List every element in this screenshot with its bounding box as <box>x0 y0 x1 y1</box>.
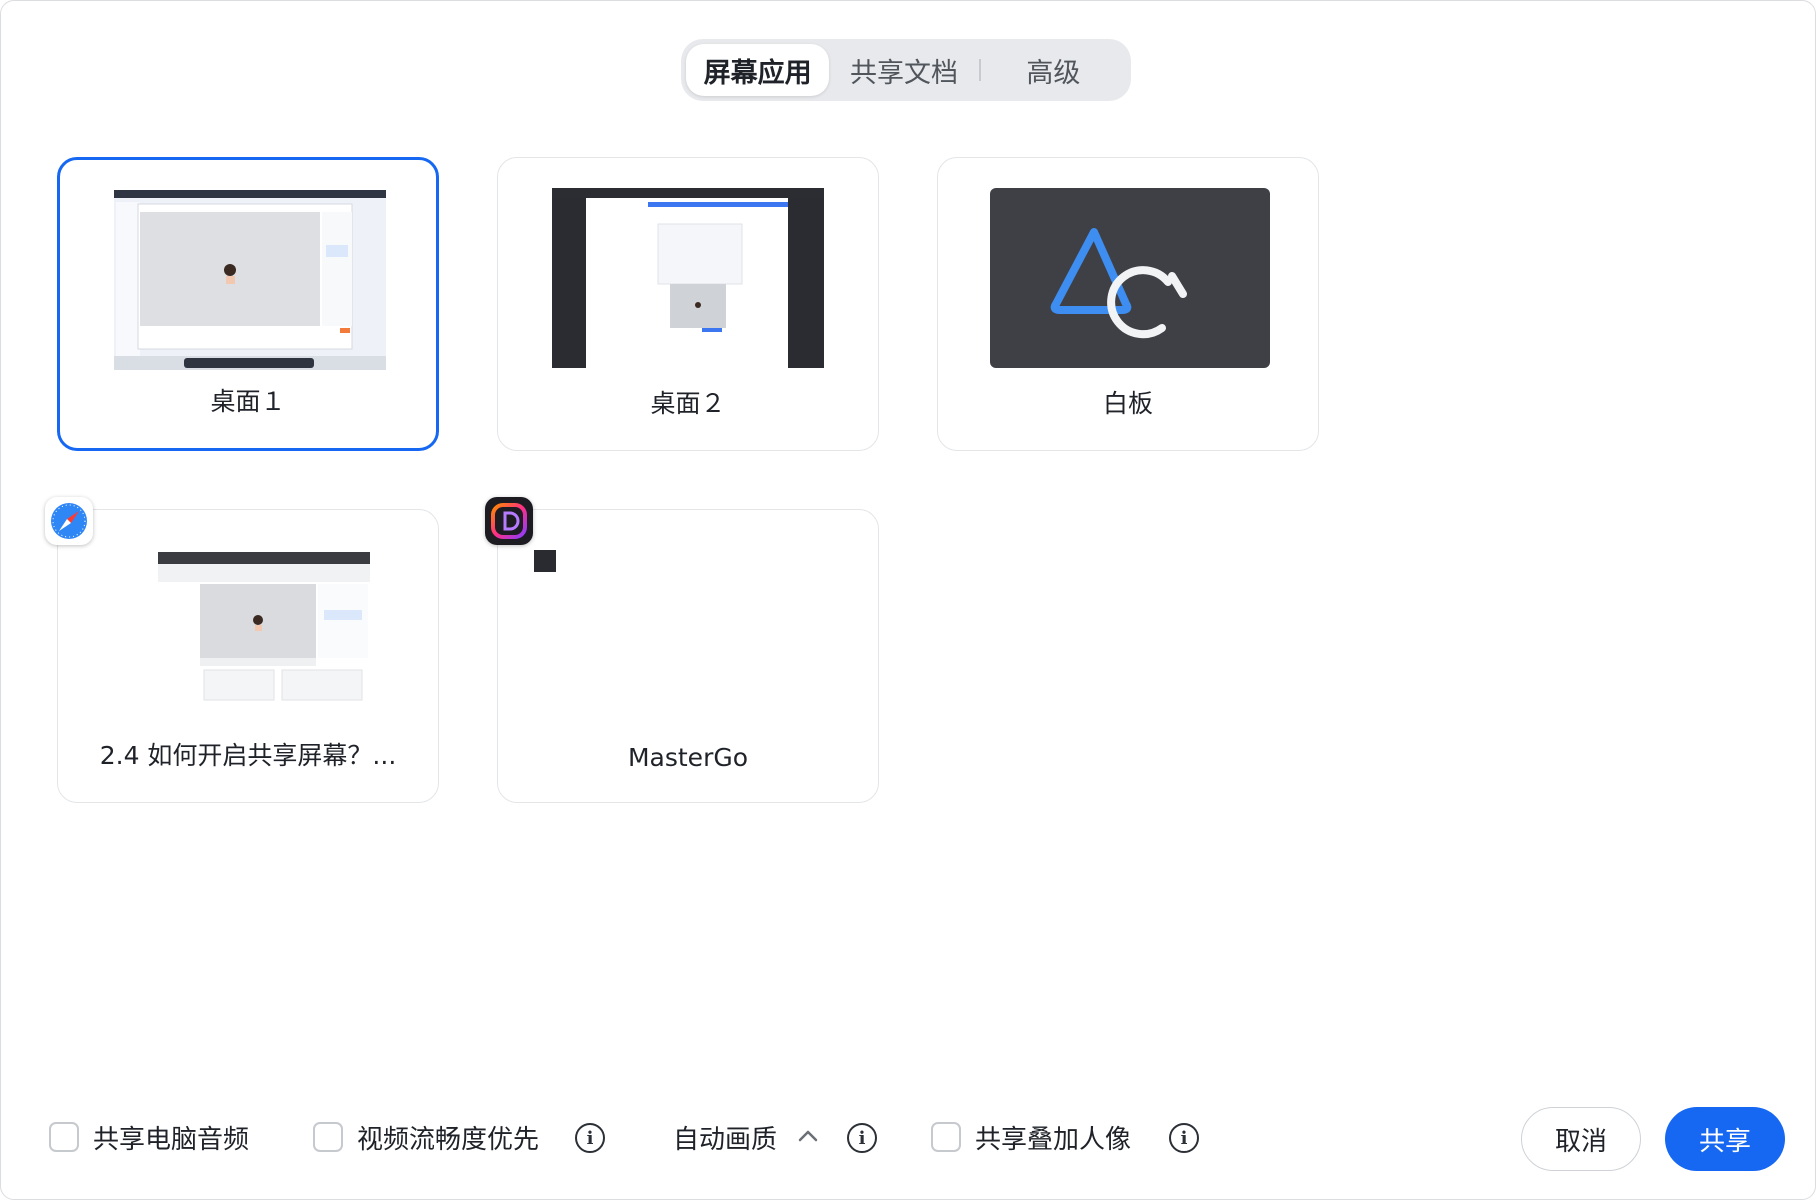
quality-info-icon[interactable]: i <box>847 1123 877 1153</box>
share-audio-checkbox[interactable] <box>49 1122 79 1152</box>
source-card-safari-window[interactable]: 2.4 如何开启共享屏幕？... <box>57 509 439 803</box>
source-card-whiteboard[interactable]: 白板 <box>937 157 1319 451</box>
mastergo-window-label: MasterGo <box>627 743 749 772</box>
source-type-tabs: 屏幕应用 共享文档 高级 <box>681 39 1131 101</box>
safari-window-label: 2.4 如何开启共享屏幕？... <box>99 741 397 770</box>
mastergo-icon <box>485 497 533 545</box>
whiteboard-label: 白板 <box>1102 389 1153 418</box>
quality-label: 自动画质 <box>673 1124 778 1155</box>
tab-screen-apps[interactable]: 屏幕应用 <box>686 44 830 96</box>
share-portrait-option[interactable]: 共享叠加人像 <box>931 1113 1131 1161</box>
whiteboard-logo-icon <box>1050 228 1187 339</box>
video-fluency-checkbox[interactable] <box>313 1122 343 1152</box>
source-card-mastergo-window[interactable]: MasterGo <box>497 509 879 803</box>
desktop-1-thumbnail <box>114 190 386 370</box>
tab-shared-docs[interactable]: 共享文档 <box>829 44 978 96</box>
whiteboard-thumbnail <box>990 188 1270 368</box>
video-fluency-info-icon[interactable]: i <box>575 1123 605 1153</box>
share-portrait-label: 共享叠加人像 <box>975 1124 1132 1155</box>
desktop-2-label: 桌面２ <box>650 389 726 418</box>
source-card-desktop-2[interactable]: 桌面２ <box>497 157 879 451</box>
mastergo-window-thumbnail <box>534 550 556 572</box>
desktop-2-thumbnail <box>552 188 824 368</box>
quality-dropdown[interactable]: 自动画质 <box>673 1113 777 1161</box>
video-fluency-label: 视频流畅度优先 <box>357 1124 540 1155</box>
share-audio-label: 共享电脑音频 <box>93 1124 250 1155</box>
share-button[interactable]: 共享 <box>1665 1107 1785 1171</box>
share-audio-option[interactable]: 共享电脑音频 <box>49 1113 249 1161</box>
share-options-bar: 共享电脑音频 视频流畅度优先 i 自动画质 i 共享叠加人像 i 取消 共享 <box>1 1099 1816 1175</box>
share-screen-dialog: 屏幕应用 共享文档 高级 桌面１ 桌面２ 白板 2.4 如何开启共享屏幕？...… <box>0 0 1816 1200</box>
source-card-desktop-1[interactable]: 桌面１ <box>57 157 439 451</box>
safari-compass-icon <box>45 497 93 545</box>
chevron-up-icon[interactable] <box>797 1125 819 1147</box>
tab-advanced[interactable]: 高级 <box>981 44 1126 96</box>
desktop-1-label: 桌面１ <box>210 387 286 416</box>
safari-window-thumbnail <box>158 552 370 702</box>
cancel-button[interactable]: 取消 <box>1521 1107 1641 1171</box>
share-portrait-checkbox[interactable] <box>931 1122 961 1152</box>
video-fluency-option[interactable]: 视频流畅度优先 <box>313 1113 539 1161</box>
share-portrait-info-icon[interactable]: i <box>1169 1123 1199 1153</box>
